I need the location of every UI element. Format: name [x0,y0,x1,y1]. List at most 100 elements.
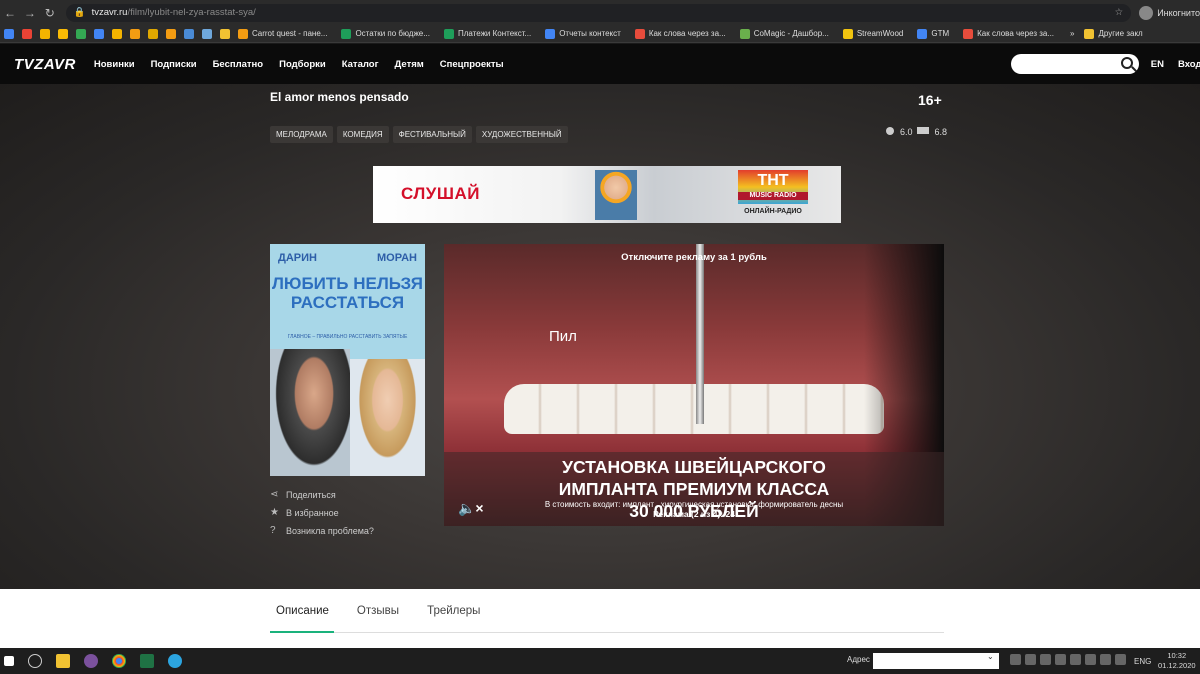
main-menu: Новинки Подписки Бесплатно Подборки Ката… [94,59,520,70]
more-bookmarks-icon[interactable]: » [1070,29,1074,38]
banner-logo-text: ТНТ [757,172,789,189]
bookmark-label: Carrot quest - пане... [252,29,328,38]
content-tabs-area: Описание Отзывы Трейлеры [0,589,1200,648]
site-logo[interactable]: TVZAVR [14,56,76,73]
tab-trailers[interactable]: Трейлеры [421,603,486,617]
menu-item[interactable]: Каталог [342,59,379,70]
clock[interactable]: 10:32 01.12.2020 [1158,651,1196,671]
bookmark-item[interactable]: StreamWood [839,28,904,39]
disable-ads-link[interactable]: Отключите рекламу за 1 рубль [444,252,944,263]
video-player[interactable]: Отключите рекламу за 1 рубль Пил УСТАНОВ… [444,244,944,526]
poster-names: ДАРИН МОРАН [270,252,425,264]
incognito-indicator[interactable]: Инкогнито [1139,5,1200,20]
bookmark-icon[interactable] [148,28,158,39]
favorite-button[interactable]: ★ В избранное [270,508,374,519]
bookmark-item[interactable]: Остатки по бюдже... [337,28,430,39]
poster-tagline: ГЛАВНОЕ – ПРАВИЛЬНО РАССТАВИТЬ ЗАПЯТЫЕ [287,334,408,340]
bookmark-item[interactable]: Как слова через за... [959,28,1054,39]
film-poster[interactable]: ДАРИН МОРАН ЛЮБИТЬ НЕЛЬЗЯ РАССТАТЬСЯ ГЛА… [270,244,425,476]
bookmark-icon[interactable] [202,28,212,39]
genre-tag[interactable]: ФЕСТИВАЛЬНЫЙ [392,126,472,143]
bookmark-icon[interactable] [184,28,194,39]
bookmark-item[interactable]: Carrot quest - пане... [234,28,328,39]
bookmark-item[interactable]: Отчеты контекст [541,28,621,39]
file-explorer-icon[interactable] [56,654,70,668]
genre-tag[interactable]: ХУДОЖЕСТВЕННЫЙ [475,126,568,143]
viber-icon[interactable] [84,654,98,668]
bookmark-item[interactable]: Платежи Контекст... [440,28,531,39]
banner-text: СЛУШАЙ [401,184,480,203]
tab-reviews[interactable]: Отзывы [351,603,405,617]
address-toolbar-input[interactable] [873,653,999,669]
windows-start-icon[interactable] [4,656,14,666]
bookmark-label: StreamWood [856,29,904,38]
apps-icon[interactable] [4,28,14,39]
language-switch[interactable]: EN [1151,59,1164,70]
back-icon[interactable]: ← [0,6,20,20]
ad-caption: УСТАНОВКА ШВЕЙЦАРСКОГО ИМПЛАНТА ПРЕМИУМ … [444,452,944,526]
bookmark-icon[interactable] [166,28,176,39]
excel-icon[interactable] [140,654,154,668]
active-tab-indicator [270,631,334,633]
bookmark-item[interactable]: Как слова через за... [631,28,726,39]
login-link[interactable]: Вход [1178,59,1200,70]
genre-tag[interactable]: МЕЛОДРАМА [270,126,333,143]
tray-icon[interactable] [1100,654,1111,665]
ads-icon[interactable] [76,28,86,39]
bookmark-star-icon[interactable]: ☆ [1115,7,1124,18]
telegram-icon[interactable] [168,654,182,668]
menu-item[interactable]: Новинки [94,59,135,70]
banner-image [595,170,637,220]
site-header: TVZAVR Новинки Подписки Бесплатно Подбор… [0,44,1200,84]
problem-label: Возникла проблема? [286,526,374,536]
bookmark-item[interactable]: GTM [913,28,949,39]
chrome-icon[interactable] [112,654,126,668]
bookmark-item[interactable]: CoMagic - Дашбор... [736,28,829,39]
ad-video-image [504,384,884,434]
genre-tag[interactable]: КОМЕДИЯ [336,126,389,143]
tray-icon[interactable] [1040,654,1051,665]
menu-item[interactable]: Детям [395,59,424,70]
menu-item[interactable]: Подборки [279,59,326,70]
poster-actor-left: ДАРИН [278,252,317,264]
address-bar[interactable]: 🔒 tvzavr.ru /film/lyubit-nel-zya-rasstat… [65,3,1132,22]
bookmark-favicon-icon [739,28,750,39]
other-bookmarks[interactable]: Другие закл [1098,29,1142,38]
ads-icon[interactable] [94,28,104,39]
clock-date: 01.12.2020 [1158,661,1196,670]
banner-subtext: ОНЛАЙН-РАДИО [744,208,802,215]
bookmark-icon[interactable] [40,28,50,39]
input-language[interactable]: ENG [1134,657,1151,666]
tab-description[interactable]: Описание [270,603,335,617]
tray-icon[interactable] [1115,654,1126,665]
ad-video-drill [696,244,704,424]
tray-icon[interactable] [1010,654,1021,665]
search-icon[interactable] [28,654,42,668]
incognito-avatar-icon [1139,5,1154,20]
ad-overlay-word: Пил [549,328,577,345]
tray-icon[interactable] [1085,654,1096,665]
browser-toolbar: ← → ↻ 🔒 tvzavr.ru /film/lyubit-nel-zya-r… [0,0,1200,25]
bookmark-icon[interactable] [58,28,68,39]
menu-item[interactable]: Спецпроекты [440,59,504,70]
mute-icon[interactable]: 🔈× [458,500,484,517]
search-input[interactable] [1010,54,1139,74]
share-button[interactable]: ⋖ Поделиться [270,490,374,501]
bookmark-icon[interactable] [220,28,230,39]
analytics-icon[interactable] [112,28,122,39]
url-path: /film/lyubit-nel-zya-rasstat-sya/ [127,7,256,18]
bookmark-favicon-icon [963,28,974,39]
tray-icon[interactable] [1055,654,1066,665]
tray-icon[interactable] [1025,654,1036,665]
forward-icon[interactable]: → [20,6,40,20]
search-icon[interactable] [1120,57,1133,69]
chevron-down-icon[interactable]: ⌄ [987,652,994,661]
menu-item[interactable]: Подписки [151,59,197,70]
analytics-icon[interactable] [130,28,140,39]
tray-icon[interactable] [1070,654,1081,665]
reload-icon[interactable]: ↻ [40,6,60,20]
ad-banner[interactable]: СЛУШАЙ ТНТ MUSIC RADIO ОНЛАЙН-РАДИО [373,166,841,223]
report-problem-button[interactable]: ? Возникла проблема? [270,526,374,537]
gmail-icon[interactable] [22,28,32,39]
menu-item[interactable]: Бесплатно [213,59,264,70]
